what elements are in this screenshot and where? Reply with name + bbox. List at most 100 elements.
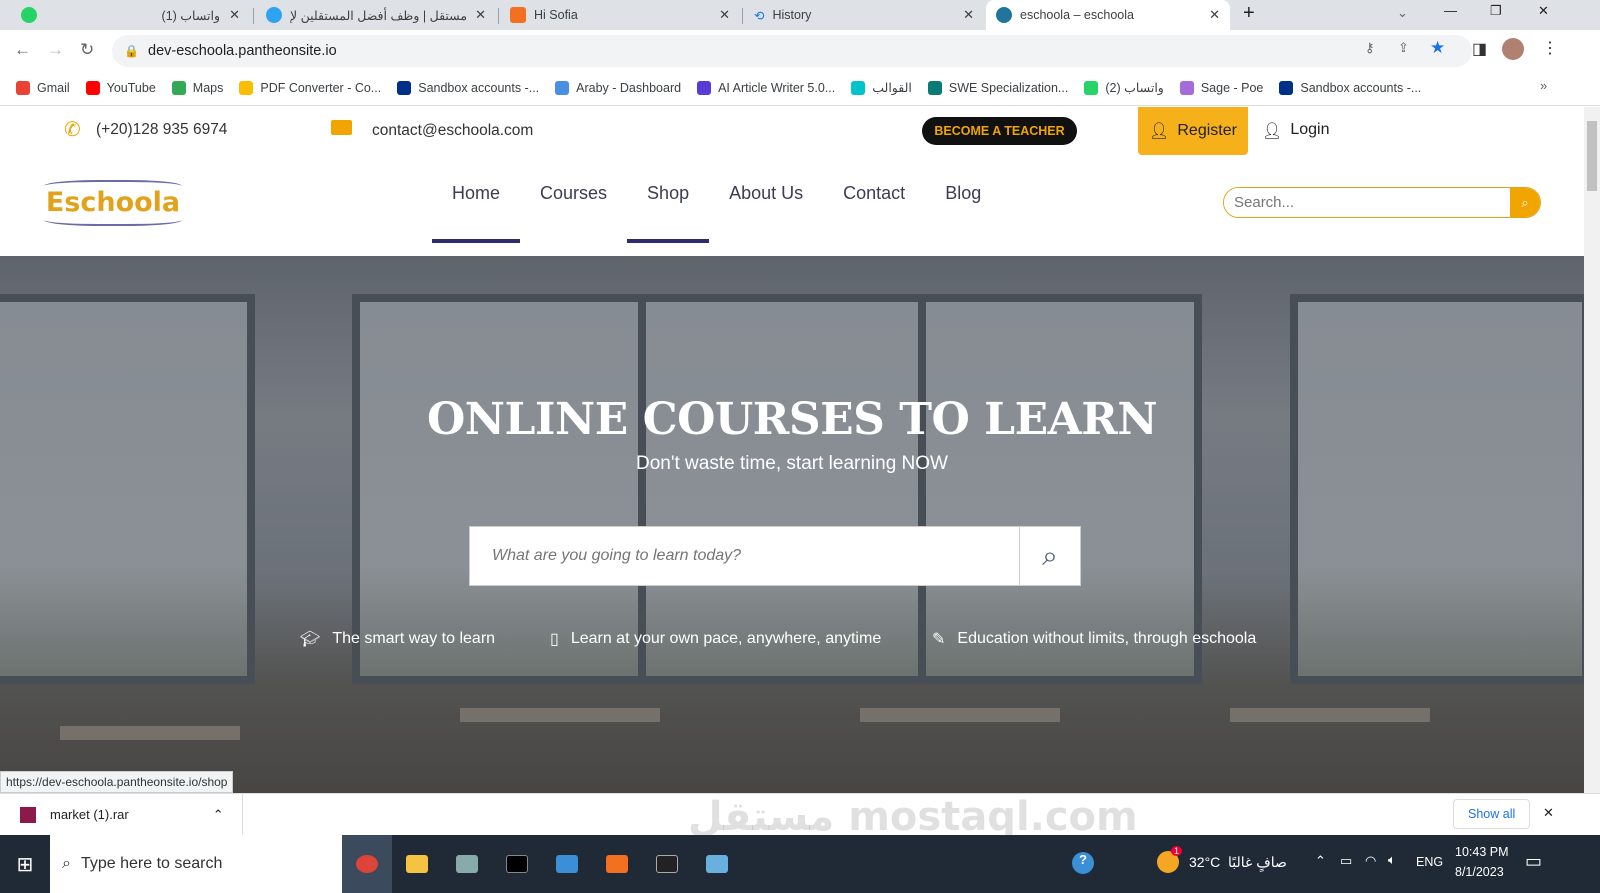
bookmark-favicon-icon — [697, 80, 712, 95]
bookmark-item[interactable]: AI Article Writer 5.0... — [697, 80, 835, 95]
nav-contact[interactable]: Contact — [823, 183, 925, 243]
phone-number[interactable]: (+20)128 935 6974 — [96, 121, 227, 139]
key-icon[interactable]: ⚷ — [1365, 40, 1375, 56]
tab-eschoola[interactable]: eschoola – eschoola ✕ — [986, 0, 1230, 30]
minimize-button[interactable]: — — [1444, 3, 1457, 18]
scrollbar[interactable] — [1584, 107, 1600, 793]
hero-search-input[interactable] — [470, 527, 1020, 585]
whatsapp-icon — [21, 7, 37, 23]
bookmark-item[interactable]: Gmail — [16, 80, 70, 95]
tab-search-icon[interactable]: ⌄ — [1397, 5, 1408, 21]
register-button[interactable]: 👤︎ Register — [1138, 107, 1248, 155]
app-icon[interactable] — [692, 835, 742, 893]
nav-courses[interactable]: Courses — [520, 183, 627, 243]
wifi-icon[interactable]: ◠ — [1365, 853, 1376, 869]
new-tab-button[interactable]: + — [1243, 2, 1255, 25]
tab-hi-sofia[interactable]: Hi Sofia ✕ — [500, 0, 740, 30]
file-explorer-icon[interactable] — [392, 835, 442, 893]
bookmark-label: YouTube — [106, 80, 156, 95]
share-icon[interactable]: ⇪ — [1398, 40, 1409, 56]
clock-time[interactable]: 10:43 PM — [1455, 845, 1509, 859]
bookmark-item[interactable]: Sandbox accounts -... — [1279, 80, 1421, 95]
bookmark-label: Maps — [192, 80, 224, 95]
chevron-up-icon[interactable]: ⌃ — [213, 807, 224, 823]
tab-title: History — [772, 8, 812, 22]
email-address[interactable]: contact@eschoola.com — [372, 122, 533, 140]
nav-about-us[interactable]: About Us — [709, 183, 823, 243]
show-all-button[interactable]: Show all — [1453, 799, 1531, 829]
chrome-icon[interactable] — [342, 835, 392, 893]
menu-kebab-icon[interactable]: ⋮ — [1542, 38, 1558, 58]
taskbar-search[interactable]: ⌕ Type here to search — [50, 835, 342, 893]
volume-icon[interactable]: 🔈︎ — [1388, 852, 1396, 868]
help-icon[interactable]: ? — [1072, 852, 1094, 874]
windows-start-icon[interactable]: ⊞ — [0, 835, 50, 893]
bookmark-item[interactable]: القوالب — [851, 80, 912, 95]
profile-avatar[interactable] — [1502, 38, 1524, 60]
battery-icon[interactable]: ▭ — [1340, 853, 1352, 869]
site-search-input[interactable] — [1224, 188, 1510, 217]
tab-history[interactable]: ⟲ History ✕ — [744, 0, 984, 30]
forward-icon[interactable]: → — [47, 40, 64, 60]
close-tab-icon[interactable]: ✕ — [719, 7, 730, 23]
hero-subtitle: Don't waste time, start learning NOW — [636, 453, 948, 474]
feature-text: The smart way to learn — [332, 630, 496, 647]
nav-blog[interactable]: Blog — [925, 183, 1001, 243]
bookmark-favicon-icon — [397, 80, 412, 95]
close-tab-icon[interactable]: ✕ — [1209, 7, 1220, 23]
restore-button[interactable]: ❐ — [1490, 3, 1502, 19]
url-input[interactable]: 🔒 dev-eschoola.pantheonsite.io — [112, 35, 1472, 67]
reload-icon[interactable]: ↻ — [80, 40, 94, 60]
tab-title: Hi Sofia — [534, 8, 578, 22]
console-icon[interactable] — [642, 835, 692, 893]
bookmark-favicon-icon — [239, 80, 254, 95]
language-indicator[interactable]: ENG — [1416, 855, 1443, 869]
book-icon: ▯ — [550, 631, 559, 648]
notifications-icon[interactable]: ▭ — [1525, 851, 1542, 872]
close-tab-icon[interactable]: ✕ — [475, 7, 486, 23]
show-hidden-icons[interactable]: ⌃ — [1315, 853, 1326, 869]
back-icon[interactable]: ← — [14, 40, 31, 60]
temperature: 32°C — [1189, 854, 1221, 870]
bookmark-star-icon[interactable]: ★ — [1430, 38, 1445, 58]
close-download-bar-icon[interactable]: ✕ — [1543, 805, 1554, 821]
close-tab-icon[interactable]: ✕ — [963, 7, 974, 23]
bookmark-label: Sandbox accounts -... — [418, 80, 540, 95]
bookmark-item[interactable]: Sage - Poe — [1179, 80, 1263, 95]
nav-home[interactable]: Home — [432, 183, 521, 243]
app-icon[interactable] — [542, 835, 592, 893]
bookmark-item[interactable]: YouTube — [85, 80, 156, 95]
taskbar: ⊞ ⌕ Type here to search ? 1 32°C صافٍ غال… — [0, 835, 1600, 893]
close-window-button[interactable]: ✕ — [1538, 3, 1549, 19]
bookmark-item[interactable]: (2) واتساب — [1084, 80, 1164, 95]
more-bookmarks-icon[interactable]: » — [1540, 78, 1547, 93]
bookmark-label: القوالب — [872, 81, 912, 95]
terminal-icon[interactable] — [492, 835, 542, 893]
bookmark-favicon-icon — [927, 80, 942, 95]
site-logo[interactable]: Eschoola — [44, 180, 182, 226]
close-tab-icon[interactable]: ✕ — [229, 7, 240, 23]
login-button[interactable]: 👤︎ Login — [1262, 121, 1329, 141]
bookmark-item[interactable]: Maps — [171, 80, 224, 95]
taskbar-search-placeholder: Type here to search — [80, 855, 223, 872]
bookmark-item[interactable]: SWE Specialization... — [927, 80, 1068, 95]
tab-whatsapp[interactable]: (1) واتساب ✕ — [60, 0, 250, 30]
bookmark-label: PDF Converter - Co... — [260, 80, 382, 95]
feature-text: Education without limits, through eschoo… — [957, 630, 1257, 647]
clock-date[interactable]: 8/1/2023 — [1455, 865, 1504, 879]
xampp-icon[interactable] — [592, 835, 642, 893]
tab-title: eschoola – eschoola — [1020, 8, 1134, 22]
bookmark-item[interactable]: Sandbox accounts -... — [397, 80, 540, 95]
bookmark-item[interactable]: PDF Converter - Co... — [239, 80, 382, 95]
login-label: Login — [1290, 121, 1330, 138]
app-icon[interactable] — [442, 835, 492, 893]
search-icon[interactable]: ⌕ — [1020, 527, 1080, 585]
search-icon[interactable]: ⌕ — [1510, 188, 1540, 217]
become-teacher-button[interactable]: BECOME A TEACHER — [922, 117, 1077, 145]
bookmark-item[interactable]: Araby - Dashboard — [555, 80, 681, 95]
nav-shop[interactable]: Shop — [627, 183, 710, 243]
url-text: dev-eschoola.pantheonsite.io — [148, 43, 337, 59]
download-item[interactable]: market (1).rar — [50, 807, 129, 822]
tab-mostaql[interactable]: مستقل | وظف أفضل المستقلين لإ ✕ — [256, 0, 496, 30]
side-panel-icon[interactable]: ◨ — [1472, 39, 1487, 59]
